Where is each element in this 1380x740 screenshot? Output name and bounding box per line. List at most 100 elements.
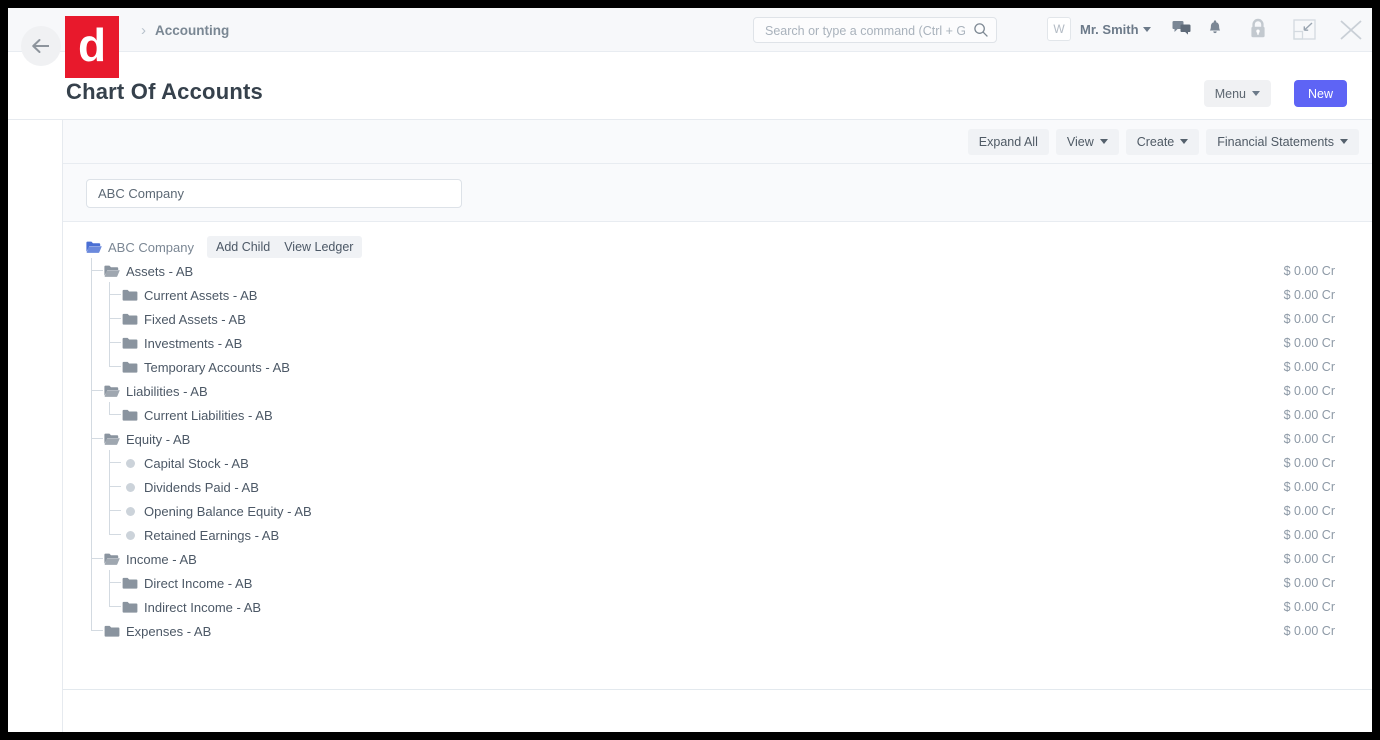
- tree-node-label[interactable]: Expenses - AB: [126, 624, 211, 639]
- tree-node[interactable]: Fixed Assets - AB $ 0.00 Cr: [86, 306, 1348, 331]
- tree-guide-line: [91, 451, 92, 475]
- tree-guide-line: [109, 283, 110, 307]
- tree-node-balance: $ 0.00 Cr: [1283, 408, 1335, 422]
- tree-node-label[interactable]: Current Assets - AB: [144, 288, 257, 303]
- tree-node[interactable]: Dividends Paid - AB $ 0.00 Cr: [86, 474, 1348, 499]
- search-icon[interactable]: [973, 22, 989, 43]
- tree-connector: [109, 402, 121, 415]
- close-icon[interactable]: [1338, 18, 1364, 47]
- action-add-child[interactable]: Add Child: [216, 240, 270, 254]
- company-filter-input[interactable]: [86, 179, 462, 208]
- folder-icon: [122, 335, 138, 351]
- menu-button[interactable]: Menu: [1203, 80, 1271, 107]
- tree-guide-line: [91, 571, 92, 595]
- leaf-dot-icon: [122, 455, 138, 471]
- tree-node-balance: $ 0.00 Cr: [1283, 312, 1335, 326]
- tree-node[interactable]: Expenses - AB $ 0.00 Cr: [86, 618, 1348, 643]
- toolbar-button-create[interactable]: Create: [1125, 128, 1200, 155]
- notification-bell-icon[interactable]: [1207, 20, 1223, 43]
- tree-connector: [91, 546, 103, 559]
- user-menu[interactable]: Mr. Smith: [1080, 22, 1151, 37]
- avatar[interactable]: W: [1047, 17, 1071, 41]
- toolbar-button-label: Create: [1136, 134, 1175, 149]
- folder-open-icon: [104, 431, 120, 447]
- tree-connector: [109, 570, 121, 583]
- tree-node-label[interactable]: Indirect Income - AB: [144, 600, 261, 615]
- tree-node-label[interactable]: Temporary Accounts - AB: [144, 360, 290, 375]
- toolbar-button-view[interactable]: View: [1055, 128, 1119, 155]
- tree-connector: [91, 258, 103, 271]
- tree-node[interactable]: Liabilities - AB $ 0.00 Cr: [86, 378, 1348, 403]
- tree-connector: [91, 618, 103, 631]
- menu-button-label: Menu: [1214, 86, 1246, 101]
- leaf-dot: [125, 458, 135, 468]
- back-button[interactable]: [21, 26, 61, 66]
- breadcrumb-item-accounting[interactable]: Accounting: [155, 23, 229, 38]
- tree-node-label[interactable]: Capital Stock - AB: [144, 456, 249, 471]
- filter-row: [63, 164, 1372, 222]
- tree-node[interactable]: Equity - AB $ 0.00 Cr: [86, 426, 1348, 451]
- tree-node-balance: $ 0.00 Cr: [1283, 432, 1335, 446]
- arrow-left-icon: [32, 39, 49, 53]
- tree-guide-line: [109, 307, 110, 331]
- folder-open-icon: [104, 263, 120, 279]
- tree-connector: [109, 474, 121, 487]
- tree-node-label[interactable]: Direct Income - AB: [144, 576, 252, 591]
- leaf-dot-icon: [122, 503, 138, 519]
- tree-node[interactable]: Income - AB $ 0.00 Cr: [86, 546, 1348, 571]
- tree-connector: [109, 498, 121, 511]
- lock-icon[interactable]: [1248, 18, 1268, 45]
- tree-guide-line: [91, 355, 92, 379]
- tree-guide-line: [91, 595, 92, 619]
- card-toolbar: Expand All View Create Financial Statements: [63, 120, 1372, 164]
- action-view-ledger[interactable]: View Ledger: [284, 240, 353, 254]
- global-search[interactable]: [753, 17, 997, 44]
- tree-node[interactable]: Temporary Accounts - AB $ 0.00 Cr: [86, 354, 1348, 379]
- tree-node[interactable]: Indirect Income - AB $ 0.00 Cr: [86, 594, 1348, 619]
- tree-guide-line: [91, 379, 92, 403]
- new-button[interactable]: New: [1293, 80, 1347, 107]
- tree-node-label[interactable]: Liabilities - AB: [126, 384, 208, 399]
- tree-node-label[interactable]: Current Liabilities - AB: [144, 408, 273, 423]
- tree-node-label[interactable]: Equity - AB: [126, 432, 190, 447]
- leaf-dot-icon: [122, 527, 138, 543]
- tree-node-label[interactable]: Retained Earnings - AB: [144, 528, 279, 543]
- tree-guide-line: [109, 571, 110, 595]
- search-input[interactable]: [763, 18, 967, 44]
- tree-node-label[interactable]: Investments - AB: [144, 336, 242, 351]
- tree-node[interactable]: ABC Company Add Child View Ledger: [86, 235, 1348, 259]
- app-logo[interactable]: d: [65, 16, 119, 78]
- folder-open-icon: [104, 551, 120, 567]
- minimize-icon[interactable]: [1293, 19, 1317, 46]
- tree-node-label[interactable]: Assets - AB: [126, 264, 193, 279]
- leaf-dot: [125, 530, 135, 540]
- tree-node[interactable]: Current Liabilities - AB $ 0.00 Cr: [86, 402, 1348, 427]
- tree-node-label[interactable]: Dividends Paid - AB: [144, 480, 259, 495]
- tree-node-label[interactable]: Income - AB: [126, 552, 197, 567]
- tree-connector: [91, 426, 103, 439]
- folder-icon: [122, 311, 138, 327]
- tree-node-balance: $ 0.00 Cr: [1283, 480, 1335, 494]
- tree-node-label[interactable]: Opening Balance Equity - AB: [144, 504, 312, 519]
- tree-connector: [109, 354, 121, 367]
- tree-guide-line: [91, 283, 92, 307]
- folder-icon: [122, 575, 138, 591]
- page-header: Chart Of Accounts Menu New: [8, 52, 1372, 120]
- account-tree: ABC Company Add Child View Ledger Assets - …: [86, 235, 1348, 643]
- tree-node-balance: $ 0.00 Cr: [1283, 288, 1335, 302]
- tree-node[interactable]: Opening Balance Equity - AB $ 0.00 Cr: [86, 498, 1348, 523]
- toolbar-button-expand-all[interactable]: Expand All: [967, 128, 1049, 155]
- tree-guide-line: [91, 259, 92, 283]
- tree-node-label[interactable]: ABC Company: [108, 240, 194, 255]
- tree-node[interactable]: Retained Earnings - AB $ 0.00 Cr: [86, 522, 1348, 547]
- tree-node-label[interactable]: Fixed Assets - AB: [144, 312, 246, 327]
- toolbar-button-financial-statements[interactable]: Financial Statements: [1206, 128, 1359, 155]
- page-title: Chart Of Accounts: [66, 79, 263, 104]
- chat-icon[interactable]: [1172, 20, 1192, 43]
- tree-node[interactable]: Current Assets - AB $ 0.00 Cr: [86, 282, 1348, 307]
- tree-node[interactable]: Capital Stock - AB $ 0.00 Cr: [86, 450, 1348, 475]
- tree-node[interactable]: Assets - AB $ 0.00 Cr: [86, 258, 1348, 283]
- tree-node[interactable]: Investments - AB $ 0.00 Cr: [86, 330, 1348, 355]
- tree-container[interactable]: ABC Company Add Child View Ledger Assets - …: [63, 222, 1372, 690]
- tree-node[interactable]: Direct Income - AB $ 0.00 Cr: [86, 570, 1348, 595]
